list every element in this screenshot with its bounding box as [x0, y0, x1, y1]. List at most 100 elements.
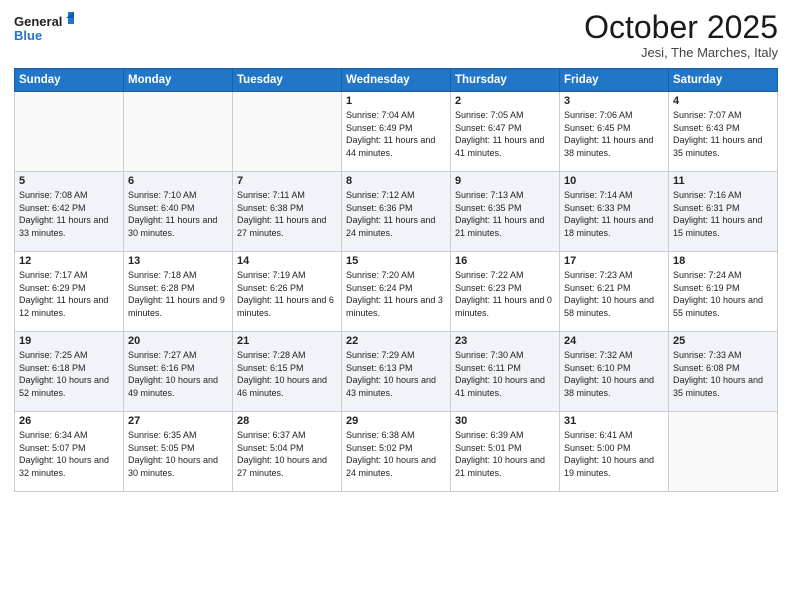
- cell-text: Sunrise: 7:23 AM: [564, 269, 664, 282]
- cell-text: Sunrise: 6:41 AM: [564, 429, 664, 442]
- calendar-cell: 21Sunrise: 7:28 AMSunset: 6:15 PMDayligh…: [233, 332, 342, 412]
- calendar-week-1: 1Sunrise: 7:04 AMSunset: 6:49 PMDaylight…: [15, 92, 778, 172]
- cell-text: Daylight: 10 hours and 52 minutes.: [19, 374, 119, 399]
- day-number: 14: [237, 255, 337, 267]
- calendar-cell: 20Sunrise: 7:27 AMSunset: 6:16 PMDayligh…: [124, 332, 233, 412]
- cell-text: Daylight: 10 hours and 49 minutes.: [128, 374, 228, 399]
- cell-text: Daylight: 10 hours and 41 minutes.: [455, 374, 555, 399]
- cell-text: Sunrise: 7:27 AM: [128, 349, 228, 362]
- day-number: 30: [455, 415, 555, 427]
- cell-text: Sunset: 5:00 PM: [564, 442, 664, 455]
- cell-text: Sunset: 5:04 PM: [237, 442, 337, 455]
- cell-text: Daylight: 11 hours and 15 minutes.: [673, 214, 773, 239]
- cell-text: Sunset: 6:33 PM: [564, 202, 664, 215]
- day-number: 31: [564, 415, 664, 427]
- calendar-cell: 24 Sunrise: 7:32 AMSunset: 6:10 PMDayligh…: [560, 332, 669, 412]
- cell-text: Sunset: 6:08 PM: [673, 362, 773, 375]
- day-number: 26: [19, 415, 119, 427]
- cell-text: Sunrise: 7:12 AM: [346, 189, 446, 202]
- cell-text: Daylight: 10 hours and 27 minutes.: [237, 454, 337, 479]
- calendar-cell: 17Sunrise: 7:23 AMSunset: 6:21 PMDayligh…: [560, 252, 669, 332]
- cell-text: Daylight: 10 hours and 32 minutes.: [19, 454, 119, 479]
- calendar-cell: 31Sunrise: 6:41 AMSunset: 5:00 PMDayligh…: [560, 412, 669, 492]
- day-number: 23: [455, 335, 555, 347]
- cell-text: Daylight: 11 hours and 41 minutes.: [455, 134, 555, 159]
- calendar-cell: 26Sunrise: 6:34 AMSunset: 5:07 PMDayligh…: [15, 412, 124, 492]
- header: General Blue October 2025 Jesi, The Marc…: [14, 10, 778, 60]
- calendar-cell: 12Sunrise: 7:17 AMSunset: 6:29 PMDayligh…: [15, 252, 124, 332]
- title-block: October 2025 Jesi, The Marches, Italy: [584, 10, 778, 60]
- cell-text: Sunset: 6:42 PM: [19, 202, 119, 215]
- cell-text: Daylight: 11 hours and 38 minutes.: [564, 134, 664, 159]
- cell-text: Daylight: 10 hours and 35 minutes.: [673, 374, 773, 399]
- cell-text: Sunrise: 7:07 AM: [673, 109, 773, 122]
- header-sunday: Sunday: [15, 69, 124, 92]
- day-number: 7: [237, 175, 337, 187]
- cell-text: Sunset: 6:28 PM: [128, 282, 228, 295]
- calendar-table: Sunday Monday Tuesday Wednesday Thursday…: [14, 68, 778, 492]
- calendar-cell: 30 Sunrise: 6:39 AMSunset: 5:01 PMDayligh…: [451, 412, 560, 492]
- cell-text: Daylight: 10 hours and 55 minutes.: [673, 294, 773, 319]
- cell-text: Sunset: 6:26 PM: [237, 282, 337, 295]
- cell-text: Sunrise: 7:25 AM: [19, 349, 119, 362]
- calendar-cell: [124, 92, 233, 172]
- calendar-cell: 5Sunrise: 7:08 AMSunset: 6:42 PMDaylight…: [15, 172, 124, 252]
- cell-text: Sunrise: 6:39 AM: [455, 429, 555, 442]
- header-tuesday: Tuesday: [233, 69, 342, 92]
- calendar-cell: 23Sunrise: 7:30 AMSunset: 6:11 PMDayligh…: [451, 332, 560, 412]
- cell-text: Sunrise: 7:11 AM: [237, 189, 337, 202]
- calendar-cell: 18 Sunrise: 7:24 AMSunset: 6:19 PMDayligh…: [669, 252, 778, 332]
- calendar-cell: 15Sunrise: 7:20 AMSunset: 6:24 PMDayligh…: [342, 252, 451, 332]
- day-number: 22: [346, 335, 446, 347]
- cell-text: Daylight: 11 hours and 21 minutes.: [455, 214, 555, 239]
- cell-text: Daylight: 11 hours and 6 minutes.: [237, 294, 337, 319]
- cell-text: Sunset: 6:10 PM: [564, 362, 664, 375]
- cell-text: Sunrise: 6:37 AM: [237, 429, 337, 442]
- calendar-cell: 25Sunrise: 7:33 AMSunset: 6:08 PMDayligh…: [669, 332, 778, 412]
- day-number: 8: [346, 175, 446, 187]
- cell-text: Sunrise: 7:16 AM: [673, 189, 773, 202]
- cell-text: Sunrise: 7:24 AM: [673, 269, 773, 282]
- cell-text: Sunset: 6:43 PM: [673, 122, 773, 135]
- calendar-cell: 7Sunrise: 7:11 AMSunset: 6:38 PMDaylight…: [233, 172, 342, 252]
- cell-text: Daylight: 10 hours and 38 minutes.: [564, 374, 664, 399]
- cell-text: Sunset: 6:47 PM: [455, 122, 555, 135]
- header-thursday: Thursday: [451, 69, 560, 92]
- cell-text: Daylight: 11 hours and 12 minutes.: [19, 294, 119, 319]
- cell-text: Sunset: 6:49 PM: [346, 122, 446, 135]
- calendar-cell: 16Sunrise: 7:22 AMSunset: 6:23 PMDayligh…: [451, 252, 560, 332]
- cell-text: Sunset: 6:11 PM: [455, 362, 555, 375]
- day-number: 1: [346, 95, 446, 107]
- cell-text: Sunrise: 7:32 AM: [564, 349, 664, 362]
- cell-text: Sunrise: 7:14 AM: [564, 189, 664, 202]
- day-number: 18: [673, 255, 773, 267]
- cell-text: Sunset: 6:13 PM: [346, 362, 446, 375]
- calendar-week-4: 19Sunrise: 7:25 AMSunset: 6:18 PMDayligh…: [15, 332, 778, 412]
- cell-text: Daylight: 11 hours and 0 minutes.: [455, 294, 555, 319]
- cell-text: Daylight: 10 hours and 21 minutes.: [455, 454, 555, 479]
- cell-text: Sunrise: 7:33 AM: [673, 349, 773, 362]
- cell-text: Sunset: 6:15 PM: [237, 362, 337, 375]
- cell-text: Sunset: 5:07 PM: [19, 442, 119, 455]
- cell-text: Daylight: 10 hours and 46 minutes.: [237, 374, 337, 399]
- location: Jesi, The Marches, Italy: [584, 45, 778, 60]
- day-number: 29: [346, 415, 446, 427]
- cell-text: Daylight: 11 hours and 33 minutes.: [19, 214, 119, 239]
- day-number: 24: [564, 335, 664, 347]
- calendar-cell: 10Sunrise: 7:14 AMSunset: 6:33 PMDayligh…: [560, 172, 669, 252]
- cell-text: Daylight: 11 hours and 44 minutes.: [346, 134, 446, 159]
- cell-text: Sunrise: 7:17 AM: [19, 269, 119, 282]
- cell-text: Daylight: 11 hours and 9 minutes.: [128, 294, 228, 319]
- cell-text: Sunset: 5:01 PM: [455, 442, 555, 455]
- cell-text: Sunrise: 7:20 AM: [346, 269, 446, 282]
- header-monday: Monday: [124, 69, 233, 92]
- cell-text: Sunrise: 7:08 AM: [19, 189, 119, 202]
- day-number: 2: [455, 95, 555, 107]
- cell-text: Daylight: 10 hours and 24 minutes.: [346, 454, 446, 479]
- weekday-header-row: Sunday Monday Tuesday Wednesday Thursday…: [15, 69, 778, 92]
- day-number: 16: [455, 255, 555, 267]
- cell-text: Sunset: 6:19 PM: [673, 282, 773, 295]
- day-number: 9: [455, 175, 555, 187]
- cell-text: Sunrise: 7:28 AM: [237, 349, 337, 362]
- calendar-cell: [233, 92, 342, 172]
